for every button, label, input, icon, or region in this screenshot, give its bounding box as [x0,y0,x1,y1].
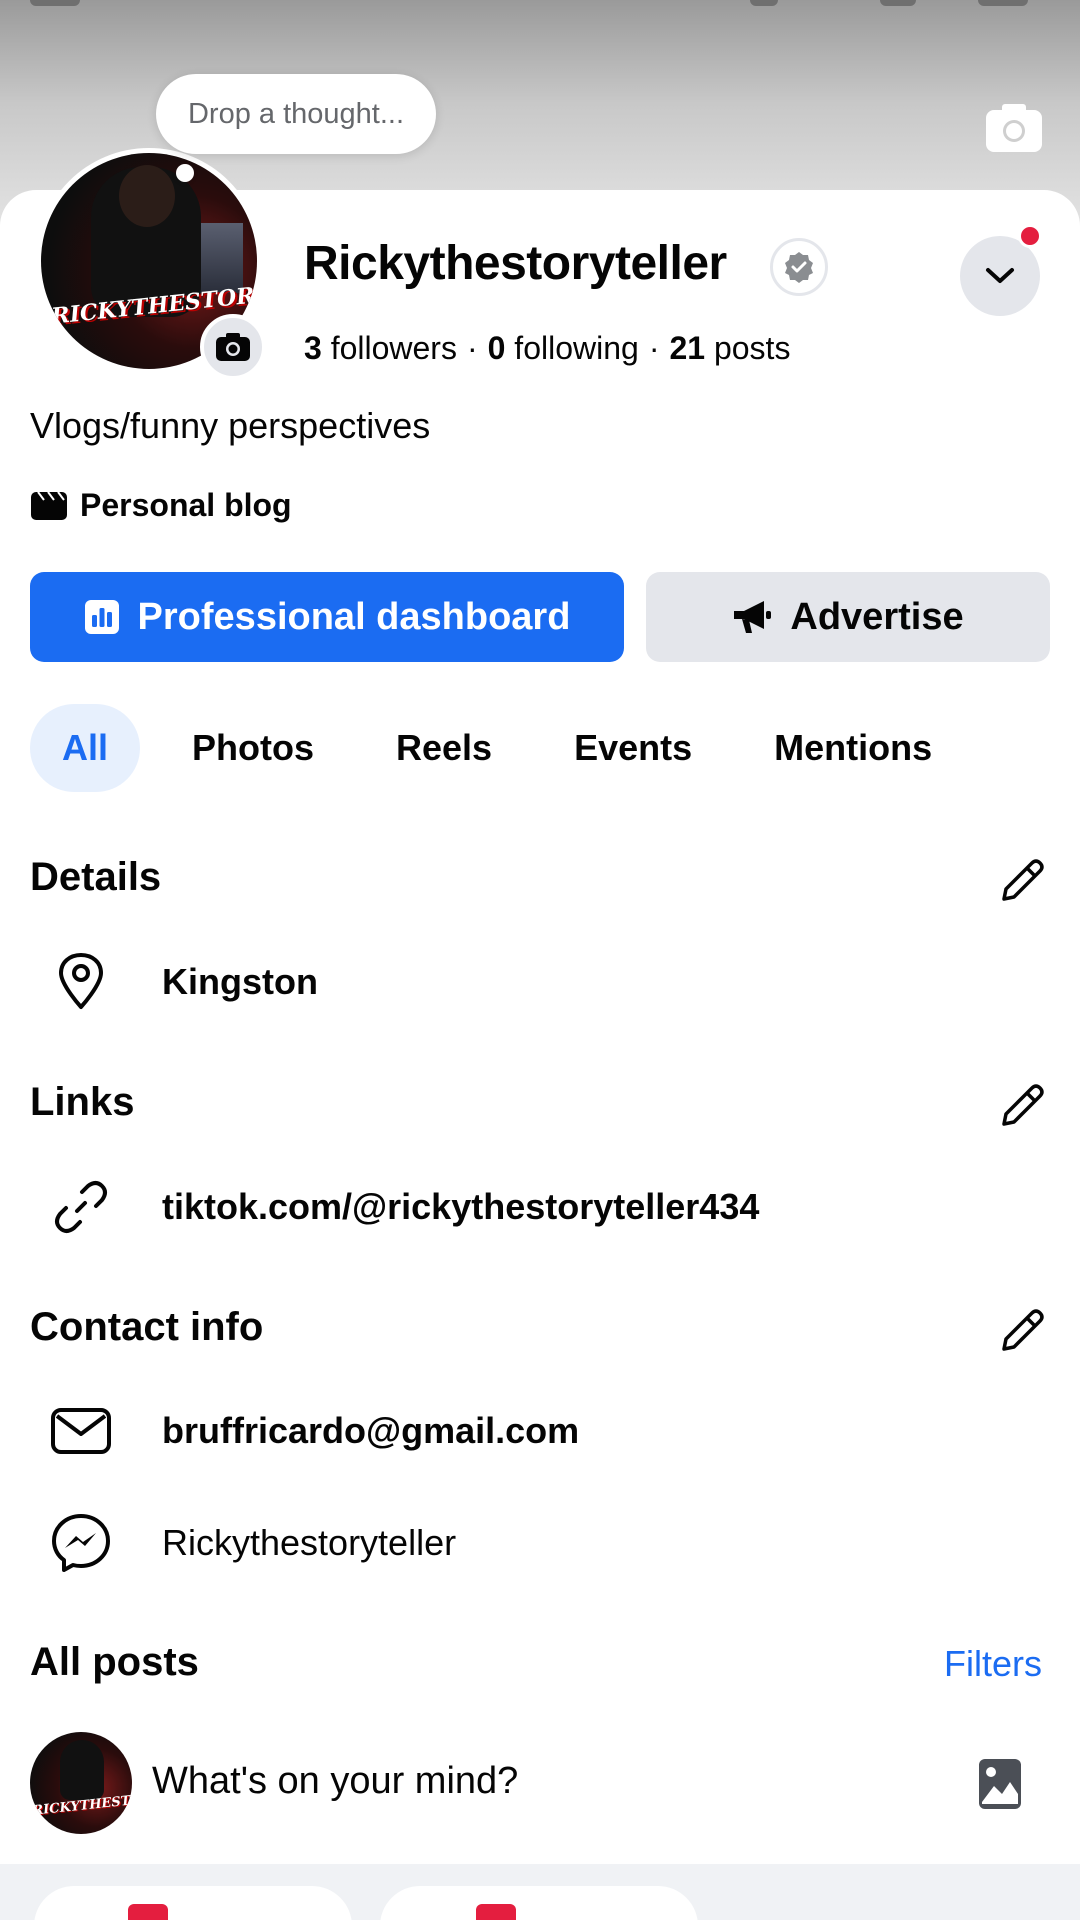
photo-icon[interactable] [978,1758,1022,1810]
thought-placeholder: Drop a thought... [187,97,405,130]
stats-separator: · [466,330,478,366]
following-label[interactable]: following [514,330,639,366]
advertise-button[interactable]: Advertise [646,572,1050,662]
link-text[interactable]: tiktok.com/@rickythestoryteller434 [162,1186,759,1228]
posts-label[interactable]: posts [714,330,790,366]
followers-count[interactable]: 3 [304,330,322,366]
tab-photos[interactable]: Photos [162,704,344,792]
pencil-icon[interactable] [996,1303,1050,1357]
live-icon [476,1904,516,1920]
professional-dashboard-label: Professional dashboard [137,595,571,638]
followers-label[interactable]: followers [331,330,457,366]
details-title: Details [30,855,162,899]
professional-dashboard-button[interactable]: Professional dashboard [30,572,624,662]
contact-email-row[interactable]: bruffricardo@gmail.com [0,1400,1080,1462]
messenger-text[interactable]: Rickythestoryteller [162,1522,456,1564]
contact-messenger-row[interactable]: Rickythestoryteller [0,1512,1080,1574]
composer-avatar[interactable]: RICKYTHESTORYTELLER [30,1732,132,1834]
location-text: Kingston [162,961,318,1002]
megaphone-icon [734,601,772,633]
reels-icon [128,1904,168,1920]
profile-tabs: All Photos Reels Events Mentions [30,704,984,792]
profile-name[interactable]: Rickythestoryteller [304,236,727,291]
detail-location-row: Kingston [0,951,1080,1013]
filters-link[interactable]: Filters [944,1643,1042,1685]
posts-count[interactable]: 21 [669,330,705,366]
profile-category[interactable]: Personal blog [30,487,292,524]
status-bar-remnant [0,0,1080,12]
profile-stats: 3 followers · 0 following · 21 posts [304,330,790,367]
tab-all[interactable]: All [30,704,141,792]
link-icon [50,1176,112,1238]
advertise-label: Advertise [790,595,964,638]
pencil-icon[interactable] [996,853,1050,907]
location-pin-icon [50,951,112,1013]
links-title: Links [30,1080,135,1124]
avatar-person-graphic [60,1740,104,1800]
composer-input[interactable]: What's on your mind? [152,1760,518,1803]
reels-chip[interactable] [34,1886,352,1920]
pencil-icon[interactable] [996,1078,1050,1132]
profile-menu-button[interactable] [960,236,1040,316]
envelope-icon [50,1400,112,1462]
thought-bubble[interactable]: Drop a thought... [156,74,436,154]
contact-info-title: Contact info [30,1305,264,1349]
notification-dot [1018,224,1042,248]
profile-bio: Vlogs/funny perspectives [30,405,431,446]
category-label: Personal blog [80,487,292,523]
camera-icon[interactable] [200,314,266,380]
tab-events[interactable]: Events [544,704,722,792]
email-text[interactable]: bruffricardo@gmail.com [162,1410,579,1452]
chevron-down-icon [986,268,1014,283]
tab-mentions[interactable]: Mentions [744,704,962,792]
messenger-icon [50,1512,112,1574]
thought-bubble-tail [176,164,194,182]
stats-separator: · [648,330,660,366]
verified-badge-icon[interactable] [770,238,828,296]
tab-reels[interactable]: Reels [366,704,522,792]
camera-icon[interactable] [984,102,1044,154]
bar-chart-icon [84,600,119,634]
clapperboard-icon [31,490,67,520]
avatar-head-graphic [119,165,175,227]
following-count[interactable]: 0 [488,330,506,366]
link-row[interactable]: tiktok.com/@rickythestoryteller434 [0,1176,1080,1238]
all-posts-title: All posts [30,1640,199,1684]
live-chip[interactable] [380,1886,698,1920]
